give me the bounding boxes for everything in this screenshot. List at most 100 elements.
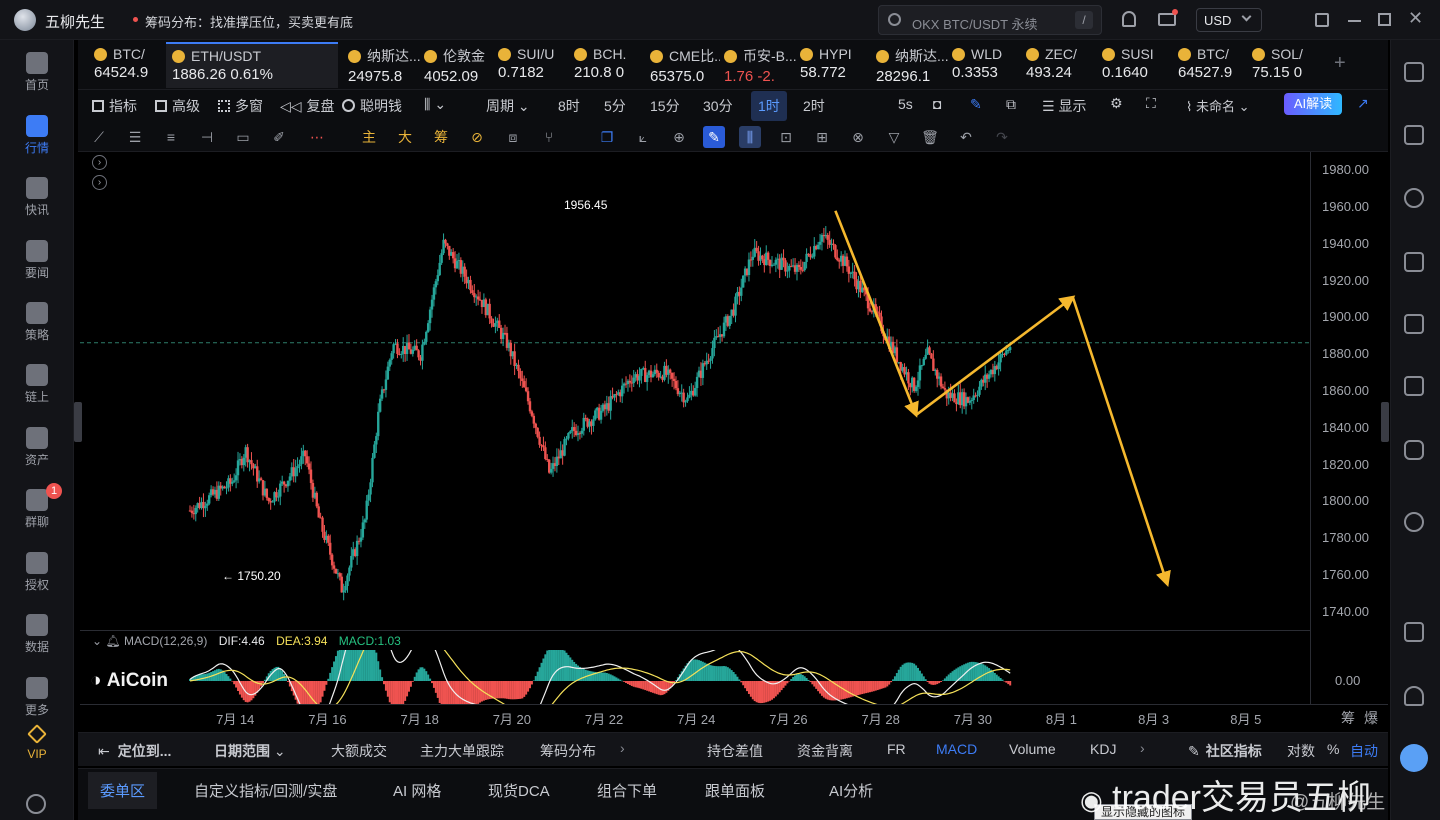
indicator-tab-right-5[interactable]: KDJ xyxy=(1090,741,1116,757)
magnet-icon[interactable]: ⧈ xyxy=(502,126,524,148)
bottom-panel-tab-2[interactable]: AI 网格 xyxy=(393,780,441,801)
ai-read-button[interactable]: AI解读 xyxy=(1284,93,1342,115)
ticker-8[interactable]: HYPI 58.772 xyxy=(800,42,870,88)
refresh-rate[interactable]: 5s xyxy=(898,96,913,112)
nav-item-3[interactable]: 要闻 xyxy=(0,240,74,281)
draw-mode-icon[interactable]: ✎ xyxy=(703,126,725,148)
path-icon[interactable]: ⋯ xyxy=(306,126,328,148)
assistant-avatar[interactable] xyxy=(1400,744,1428,772)
left-panel-handle[interactable] xyxy=(74,402,82,442)
filter-icon[interactable]: ▽ xyxy=(883,126,905,148)
camera-icon[interactable]: ◘ xyxy=(933,96,941,112)
chip-icon[interactable]: 筹 xyxy=(1341,708,1355,728)
alarm-icon[interactable]: 🔔︎ xyxy=(105,634,120,648)
period-select[interactable]: 周期 ⌄ xyxy=(486,96,530,116)
tabs-next-arrow-icon[interactable]: › xyxy=(1140,740,1145,756)
ticker-11[interactable]: ZEC/ 493.24 xyxy=(1026,42,1096,88)
link-icon[interactable]: ⊗ xyxy=(847,126,869,148)
close-icon[interactable]: ✕ xyxy=(1408,8,1423,29)
robot-icon[interactable] xyxy=(1404,440,1424,460)
bottom-panel-tab-4[interactable]: 组合下单 xyxy=(597,780,657,801)
projection-arrow-2[interactable] xyxy=(1071,296,1171,588)
bell-icon[interactable] xyxy=(1122,11,1136,27)
macd-chart[interactable] xyxy=(80,650,1310,704)
ticker-10[interactable]: WLD 0.3353 xyxy=(952,42,1022,88)
macd-title[interactable]: MACD(12,26,9) xyxy=(124,634,207,648)
bottom-panel-tab-5[interactable]: 跟单面板 xyxy=(705,780,765,801)
fullscreen-icon[interactable]: ⛶ xyxy=(1146,95,1156,112)
minimize-icon[interactable] xyxy=(1348,20,1361,22)
ticker-13[interactable]: BTC/ 64527.9 xyxy=(1178,42,1248,88)
ticker-3[interactable]: 伦敦金 4052.09 xyxy=(424,42,494,88)
interval-3[interactable]: 30分 xyxy=(703,96,733,116)
nav-item-11[interactable]: VIP xyxy=(0,724,74,761)
price-chart[interactable] xyxy=(80,152,1310,630)
ruler-icon[interactable]: ⟀ xyxy=(632,126,654,148)
multi-window-button[interactable]: 多窗 xyxy=(218,96,263,116)
expand-arrow-icon[interactable]: › xyxy=(92,175,107,190)
ticker-14[interactable]: SOL/ 75.15 0 xyxy=(1252,42,1326,88)
tabs-prev-arrow-icon[interactable]: › xyxy=(620,740,625,756)
settings-gear-icon[interactable]: ⚙ xyxy=(1110,95,1123,112)
redo-icon[interactable]: ↷ xyxy=(991,126,1013,148)
share-icon[interactable]: ↗ xyxy=(1357,95,1369,112)
template-icon[interactable]: ⊞ xyxy=(811,126,833,148)
mail-icon[interactable] xyxy=(1158,13,1176,26)
indicator-tab-right-2[interactable]: FR xyxy=(887,741,906,757)
layout-name-select[interactable]: ⌇ 未命名 ⌄ xyxy=(1186,96,1250,115)
brush-icon[interactable]: ✐ xyxy=(268,126,290,148)
nav-item-7[interactable]: 群聊 xyxy=(0,489,74,530)
interval-4[interactable]: 1时 xyxy=(751,91,787,121)
ticker-2[interactable]: 纳斯达... 24975.8 xyxy=(348,42,420,88)
bottom-panel-tab-6[interactable]: AI分析 xyxy=(829,780,873,801)
interval-1[interactable]: 5分 xyxy=(604,96,626,116)
nav-item-4[interactable]: 策略 xyxy=(0,302,74,343)
interval-5[interactable]: 2时 xyxy=(803,96,825,116)
indicator-tab-right-1[interactable]: 资金背离 xyxy=(797,741,853,761)
add-ticker-icon[interactable]: + xyxy=(1334,52,1346,75)
trend-up-icon[interactable] xyxy=(1404,252,1424,272)
copy-icon[interactable]: ❐ xyxy=(596,126,618,148)
ticker-7[interactable]: 币安-B... 1.76 -2. xyxy=(724,42,796,88)
nav-item-10[interactable]: 更多 xyxy=(0,677,74,718)
notice-text[interactable]: 筹码分布：找准撑压位，买卖更有底 xyxy=(145,12,353,31)
bottom-panel-tab-0[interactable]: 委单区 xyxy=(88,772,158,809)
ticker-5[interactable]: BCH. 210.8 0 xyxy=(574,42,644,88)
bottom-panel-tab-3[interactable]: 现货DCA xyxy=(488,780,550,801)
indicator-tab-2[interactable]: 筹码分布 xyxy=(540,741,596,761)
lock-icon[interactable]: ⊡ xyxy=(775,126,797,148)
chart-type-select[interactable]: ⫼ ⌄ xyxy=(424,96,446,113)
collapse-arrow-icon[interactable]: › xyxy=(92,155,107,170)
display-button[interactable]: ☰ 显示 xyxy=(1042,96,1086,116)
dollar-icon[interactable] xyxy=(1404,188,1424,208)
bottom-panel-tab-1[interactable]: 自定义指标/回测/实盘 xyxy=(194,780,337,801)
search-box[interactable]: OKX BTC/USDT 永续 / xyxy=(878,5,1102,35)
new-window-icon[interactable]: ⧉ xyxy=(1006,96,1016,113)
burst-icon[interactable]: 爆 xyxy=(1364,708,1378,728)
tag-main[interactable]: 主 xyxy=(358,126,380,148)
nav-item-6[interactable]: 资产 xyxy=(0,427,74,468)
nav-item-2[interactable]: 快讯 xyxy=(0,177,74,218)
exchange-icon[interactable] xyxy=(1404,512,1424,532)
nav-item-5[interactable]: 链上 xyxy=(0,364,74,405)
headset-icon[interactable] xyxy=(1404,686,1424,706)
auto-scale-toggle[interactable]: 自动 xyxy=(1350,741,1378,761)
date-range-select[interactable]: 日期范围 ⌄ xyxy=(214,741,286,761)
ray-icon[interactable]: ⊣ xyxy=(196,126,218,148)
right-panel-handle[interactable] xyxy=(1381,402,1389,442)
nav-item-0[interactable]: 首页 xyxy=(0,52,74,93)
undo-icon[interactable]: ↶ xyxy=(955,126,977,148)
pattern-icon[interactable]: ⊘ xyxy=(466,126,488,148)
panel-icon[interactable] xyxy=(1404,622,1424,642)
list-view-icon[interactable] xyxy=(1404,62,1424,82)
trash-icon[interactable]: 🗑 xyxy=(919,126,941,148)
projection-arrow-1[interactable] xyxy=(915,295,1076,416)
indicator-button[interactable]: 指标 xyxy=(92,96,137,116)
zoom-in-icon[interactable]: ⊕ xyxy=(668,126,690,148)
date-axis[interactable] xyxy=(80,704,1388,730)
rectangle-icon[interactable]: ▭ xyxy=(232,126,254,148)
indicator-tab-right-3[interactable]: MACD xyxy=(936,741,977,757)
community-indicator-button[interactable]: ✎ 社区指标 xyxy=(1188,741,1262,761)
window-layout-icon[interactable] xyxy=(1315,13,1329,27)
nav-item-1[interactable]: 行情 xyxy=(0,115,74,156)
